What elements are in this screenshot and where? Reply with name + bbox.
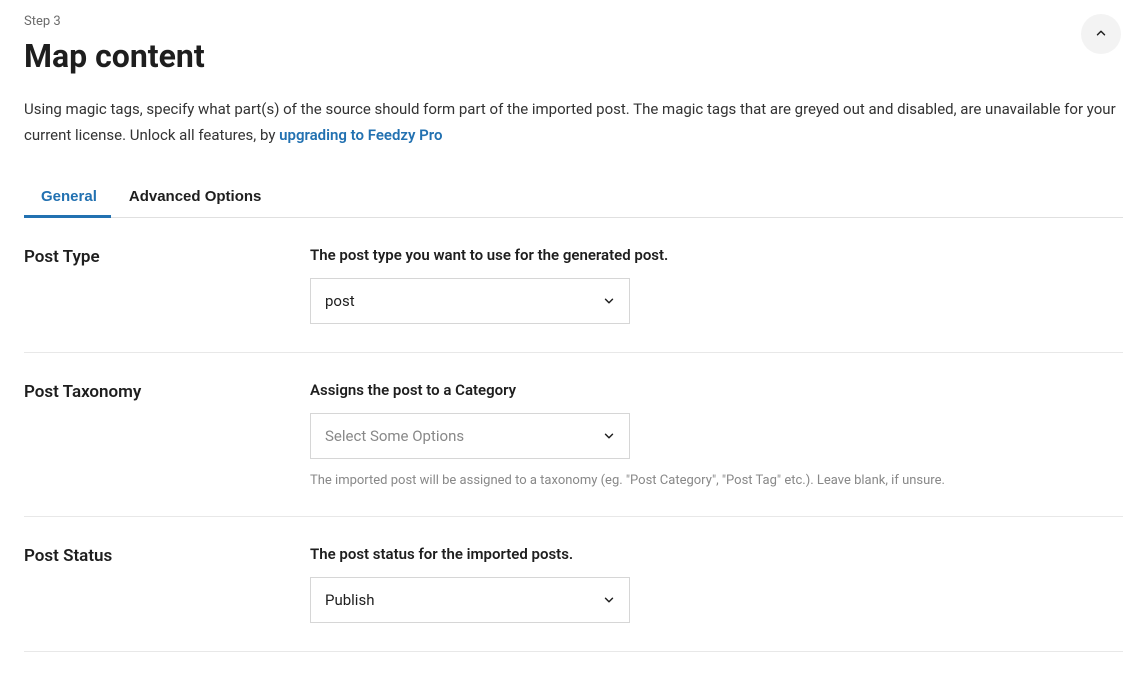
upgrade-link[interactable]: upgrading to Feedzy Pro	[279, 126, 442, 144]
post-status-select[interactable]: Publish	[310, 577, 630, 623]
field-post-taxonomy: Post Taxonomy Assigns the post to a Cate…	[24, 353, 1123, 517]
step-label: Step 3	[24, 14, 205, 29]
page-description: Using magic tags, specify what part(s) o…	[24, 97, 1123, 148]
post-taxonomy-hint: The imported post will be assigned to a …	[310, 473, 1123, 488]
post-status-desc: The post status for the imported posts.	[310, 545, 1123, 563]
post-type-label: Post Type	[24, 246, 310, 324]
tab-general[interactable]: General	[41, 176, 97, 217]
page-title: Map content	[24, 37, 205, 75]
post-type-desc: The post type you want to use for the ge…	[310, 246, 1123, 264]
chevron-up-icon	[1094, 26, 1108, 43]
tab-advanced[interactable]: Advanced Options	[129, 176, 262, 217]
post-taxonomy-label: Post Taxonomy	[24, 381, 310, 488]
tabs: General Advanced Options	[24, 176, 1123, 218]
post-status-label: Post Status	[24, 545, 310, 623]
field-post-status: Post Status The post status for the impo…	[24, 517, 1123, 652]
field-post-type: Post Type The post type you want to use …	[24, 218, 1123, 353]
post-taxonomy-desc: Assigns the post to a Category	[310, 381, 1123, 399]
post-type-select[interactable]: post	[310, 278, 630, 324]
post-taxonomy-select[interactable]: Select Some Options	[310, 413, 630, 459]
collapse-button[interactable]	[1081, 14, 1121, 54]
description-text: Using magic tags, specify what part(s) o…	[24, 100, 1116, 144]
